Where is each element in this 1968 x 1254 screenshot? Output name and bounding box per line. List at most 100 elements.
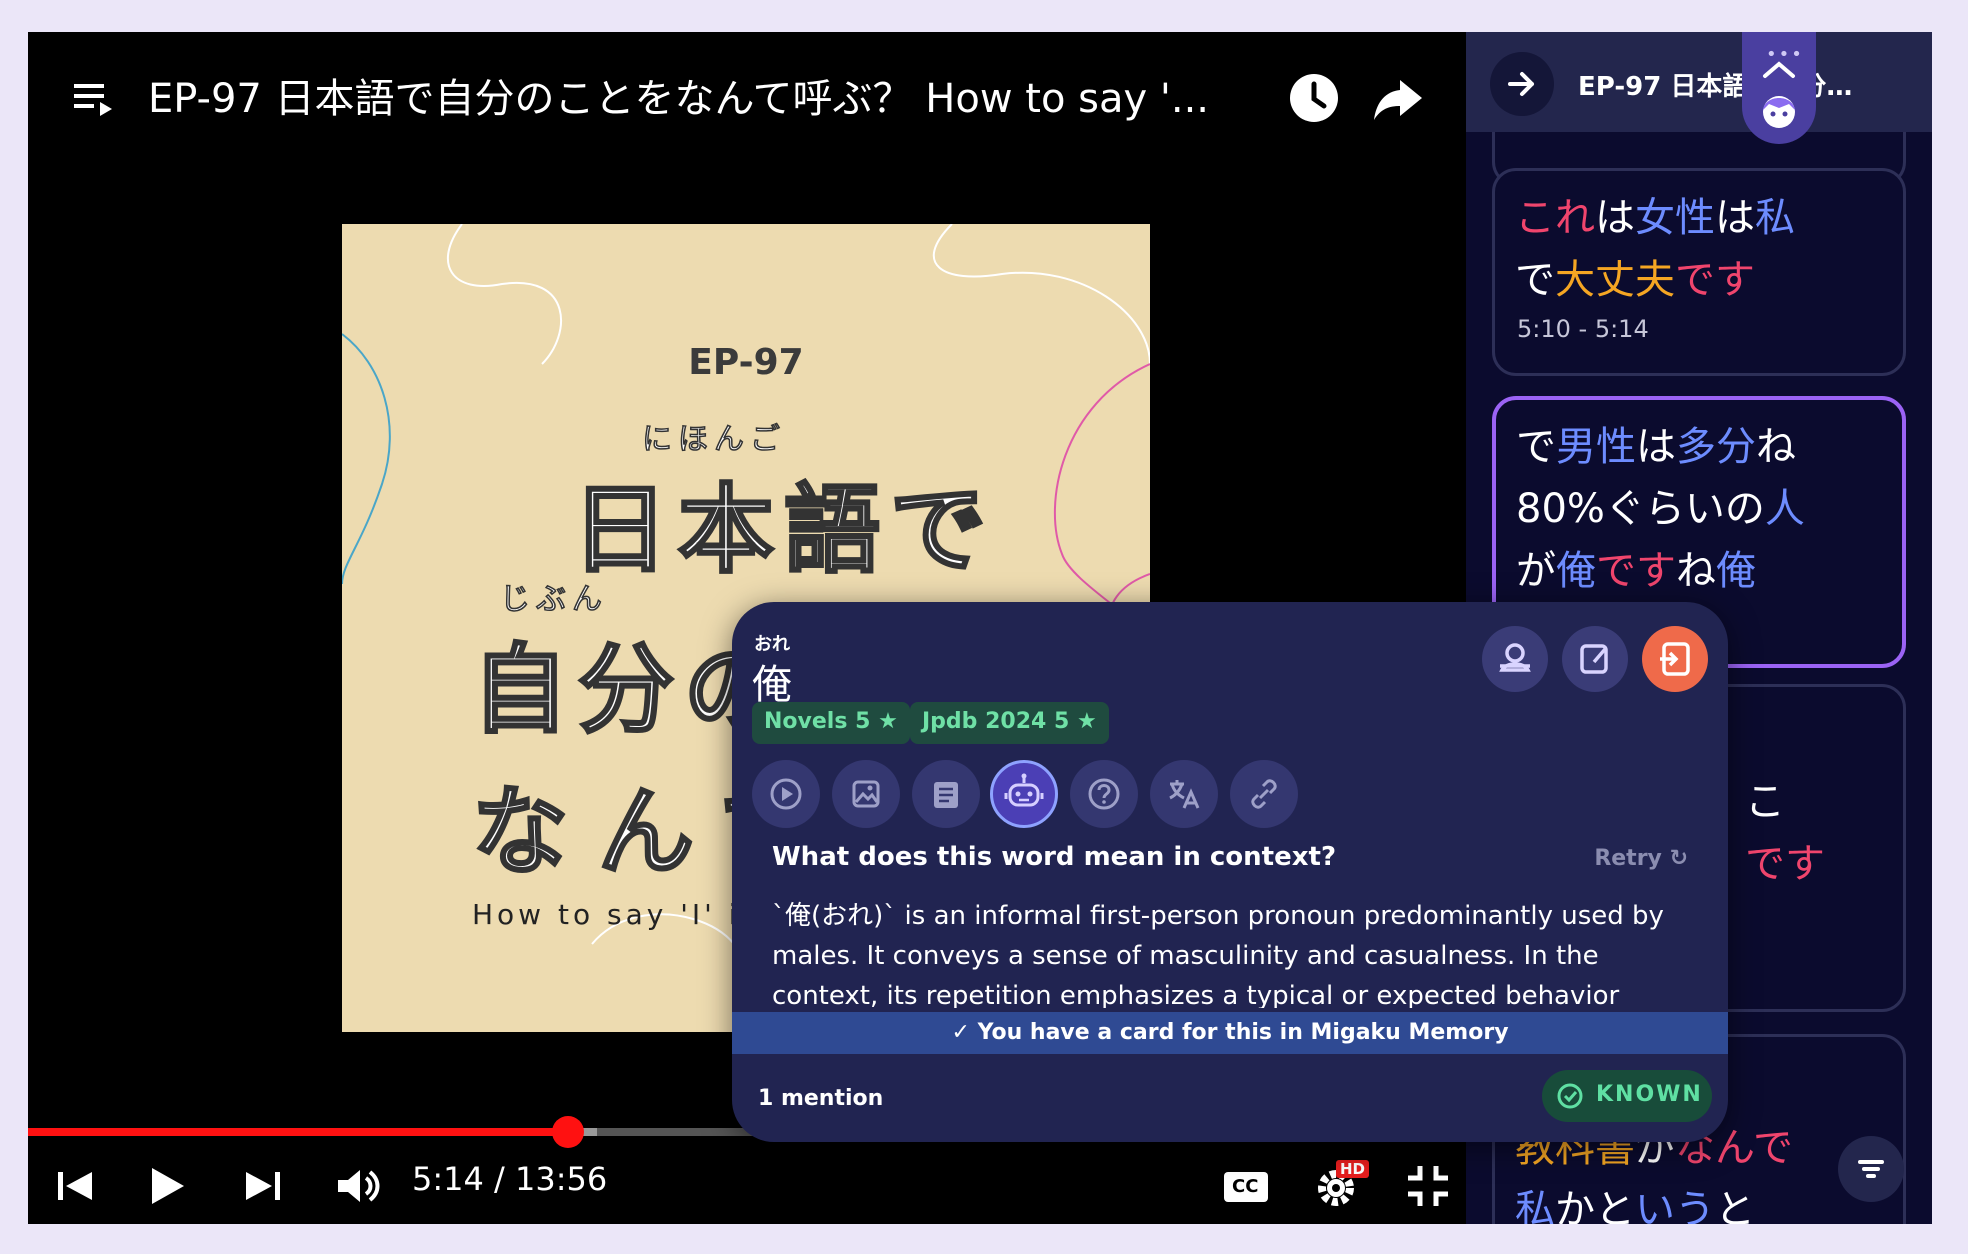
- play-audio-icon: [770, 778, 802, 810]
- volume-icon[interactable]: [330, 1158, 386, 1214]
- subtitle-word[interactable]: 多分: [1676, 424, 1756, 470]
- mentions-count[interactable]: 1 mention: [758, 1086, 883, 1111]
- ai-question: What does this word mean in context?: [772, 842, 1337, 872]
- extension-handle[interactable]: •••: [1742, 32, 1816, 144]
- subtitle-line: で男性は多分ね: [1516, 416, 1882, 478]
- link-icon: [1251, 779, 1277, 809]
- refresh-icon: ↻: [1669, 846, 1688, 871]
- playlist-icon[interactable]: [72, 76, 116, 120]
- thumbnail-episode: EP-97: [688, 342, 804, 383]
- captions-label: CC: [1232, 1176, 1259, 1197]
- exit-fullscreen-icon[interactable]: [1400, 1158, 1456, 1214]
- star-icon: ★: [1076, 709, 1097, 734]
- frequency-tag: Novels 5 ★: [752, 702, 910, 744]
- help-icon: [1088, 778, 1120, 810]
- subtitle-word[interactable]: ね: [1756, 424, 1796, 470]
- check-circle-icon: [1557, 1083, 1583, 1109]
- subtitle-word[interactable]: 俺: [1716, 548, 1756, 594]
- play-icon[interactable]: [138, 1158, 194, 1214]
- retry-button[interactable]: Retry ↻: [1594, 846, 1688, 871]
- subtitle-word[interactable]: 80%ぐらいの: [1516, 486, 1765, 532]
- subtitle-word[interactable]: かと: [1555, 1187, 1635, 1224]
- memory-card-text: You have a card for this in Migaku Memor…: [977, 1020, 1509, 1045]
- video-title[interactable]: EP-97 日本語で自分のことをなんて呼ぶ？ How to say '...: [148, 66, 1288, 124]
- sidebar-header: EP-97 日本語で自分のことをなんて呼ぶ？の... •••: [1466, 32, 1932, 144]
- add-card-icon: [1660, 642, 1690, 676]
- word-popup[interactable]: おれ 俺 Novels 5 ★ Jpdb 2024 5 ★ What does …: [732, 602, 1728, 1142]
- subtitle-word[interactable]: は: [1715, 195, 1755, 241]
- image-icon: [852, 780, 880, 808]
- clock-icon[interactable]: [1286, 70, 1342, 126]
- thumbnail-line-1: 日本語で: [571, 473, 996, 588]
- subtitle-card[interactable]: これは女性は私 で大丈夫です 5:10 - 5:14: [1492, 168, 1906, 376]
- subtitle-word[interactable]: です: [1675, 257, 1755, 303]
- thumbnail-caption: How to say 'I' in: [472, 898, 763, 931]
- subtitle-word[interactable]: で: [1516, 424, 1556, 470]
- hd-badge: HD: [1336, 1160, 1370, 1178]
- memory-card-banner: ✓ You have a card for this in Migaku Mem…: [732, 1012, 1728, 1054]
- subtitle-text[interactable]: で男性は多分ね 80%ぐらいの人 が俺ですね俺: [1496, 400, 1902, 602]
- subtitle-word[interactable]: です: [1745, 841, 1825, 887]
- subtitle-word[interactable]: 俺: [1556, 548, 1596, 594]
- translate-button[interactable]: [1150, 760, 1218, 828]
- subtitle-word[interactable]: 大丈夫: [1555, 257, 1675, 303]
- subtitle-word[interactable]: です: [1596, 548, 1676, 594]
- help-button[interactable]: [1070, 760, 1138, 828]
- tag-label: Jpdb 2024 5: [922, 709, 1070, 734]
- link-button[interactable]: [1230, 760, 1298, 828]
- tag-label: Novels 5: [764, 709, 871, 734]
- ai-robot-icon: [1004, 773, 1044, 807]
- search-person-button[interactable]: [1482, 626, 1548, 692]
- subtitle-word[interactable]: と: [1715, 1187, 1755, 1224]
- progress-fill: [28, 1128, 569, 1136]
- known-status-label: KNOWN: [1596, 1082, 1703, 1107]
- add-card-button[interactable]: [1642, 626, 1708, 692]
- sidebar-title: EP-97 日本語で自分のことをなんて呼ぶ？の...: [1578, 72, 1878, 102]
- subtitle-word[interactable]: 女性: [1635, 195, 1715, 241]
- subtitle-word[interactable]: は: [1595, 195, 1635, 241]
- edit-card-button[interactable]: [1562, 626, 1628, 692]
- captions-button[interactable]: CC: [1218, 1158, 1274, 1214]
- subtitle-word[interactable]: これ: [1515, 195, 1595, 241]
- subtitle-text[interactable]: これは女性は私 で大丈夫です: [1495, 171, 1903, 311]
- known-status-button[interactable]: KNOWN: [1542, 1070, 1712, 1122]
- definition-button[interactable]: [912, 760, 980, 828]
- subtitle-word[interactable]: が: [1516, 548, 1556, 594]
- subtitle-word[interactable]: 男性: [1556, 424, 1636, 470]
- subtitle-line: こ: [1745, 771, 1883, 833]
- settings-button[interactable]: HD: [1310, 1158, 1370, 1214]
- subtitle-word[interactable]: ね: [1676, 548, 1716, 594]
- subtitle-time: 5:10 - 5:14: [1517, 315, 1649, 343]
- frequency-tag: Jpdb 2024 5 ★: [910, 702, 1109, 744]
- arrow-right-icon: [1508, 72, 1534, 96]
- subtitle-line: これは女性は私: [1515, 187, 1883, 249]
- title-bar: EP-97 日本語で自分のことをなんて呼ぶ？ How to say '...: [28, 32, 1466, 152]
- share-icon[interactable]: [1370, 70, 1426, 126]
- subtitle-word[interactable]: 私: [1515, 1187, 1555, 1224]
- next-icon[interactable]: [234, 1158, 290, 1214]
- retry-label: Retry: [1594, 846, 1662, 871]
- subtitle-word[interactable]: で: [1515, 257, 1555, 303]
- subtitle-word[interactable]: は: [1636, 424, 1676, 470]
- checkmark-icon: ✓: [951, 1020, 970, 1045]
- filter-icon: [1858, 1160, 1884, 1178]
- progress-scrubber[interactable]: [552, 1116, 585, 1148]
- subtitle-line: が俺ですね俺: [1516, 540, 1882, 602]
- definition-icon: [934, 782, 958, 808]
- edit-card-icon: [1580, 644, 1608, 674]
- subtitle-word[interactable]: こ: [1745, 779, 1785, 825]
- image-button[interactable]: [832, 760, 900, 828]
- subtitle-word[interactable]: 人: [1765, 486, 1805, 532]
- chevron-up-icon[interactable]: [1759, 60, 1799, 80]
- play-audio-button[interactable]: [752, 760, 820, 828]
- collapse-sidebar-button[interactable]: [1490, 52, 1554, 116]
- translate-icon: [1169, 780, 1200, 809]
- filter-button[interactable]: [1838, 1136, 1904, 1202]
- ai-answer: `俺(おれ)` is an informal first-person pron…: [772, 901, 1664, 1008]
- ai-explain-button[interactable]: [990, 760, 1058, 828]
- subtitle-word[interactable]: 私: [1755, 195, 1795, 241]
- subtitle-word[interactable]: いう: [1635, 1187, 1715, 1224]
- previous-icon[interactable]: [48, 1158, 104, 1214]
- subtitle-line: 私かというと: [1515, 1179, 1883, 1224]
- subtitle-line: 80%ぐらいの人: [1516, 478, 1882, 540]
